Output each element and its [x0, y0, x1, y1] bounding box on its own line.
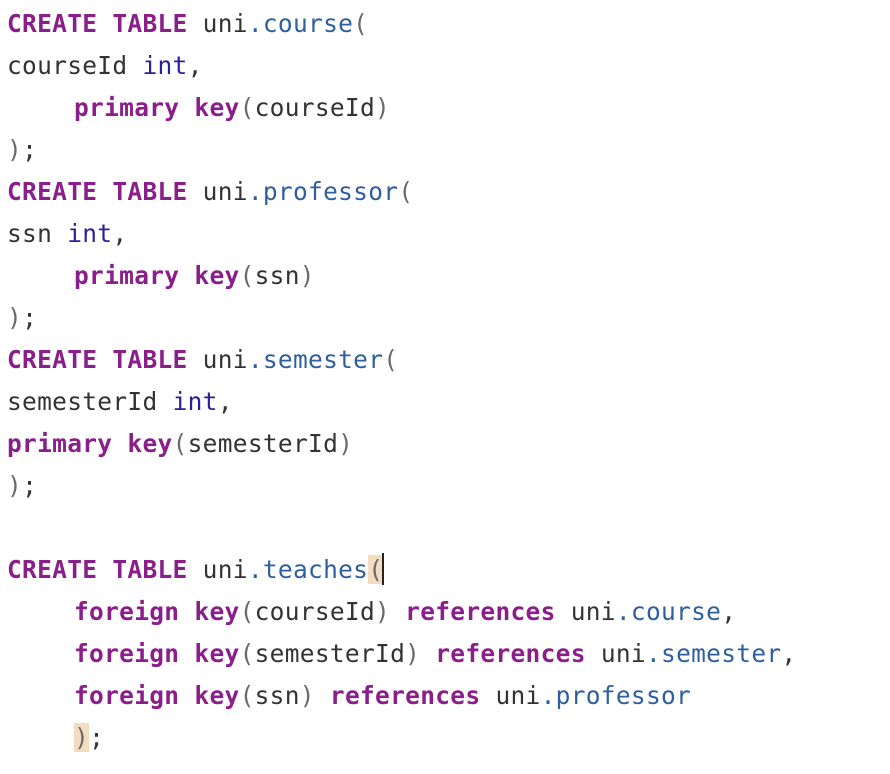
code-token: (	[239, 597, 255, 626]
code-token: uni	[187, 555, 248, 584]
code-token: uni	[187, 9, 248, 38]
code-line[interactable]: CREATE TABLE uni.semester(	[7, 339, 796, 381]
code-token: semesterId	[187, 429, 339, 458]
code-token: )	[299, 681, 330, 710]
code-token: .teaches	[247, 555, 369, 584]
code-token: )	[7, 471, 23, 500]
code-token: )	[375, 597, 406, 626]
code-token: ,	[217, 387, 233, 416]
code-token: )	[338, 429, 354, 458]
code-token: ,	[781, 639, 797, 668]
code-token: (	[239, 261, 255, 290]
code-token: int	[67, 219, 113, 248]
code-token: ,	[112, 219, 128, 248]
code-line[interactable]: );	[7, 465, 796, 507]
code-token: foreign key	[74, 681, 240, 710]
code-token: CREATE TABLE	[7, 177, 188, 206]
code-token: semesterId	[254, 639, 406, 668]
code-token: ssn	[7, 219, 68, 248]
code-token: courseId	[254, 597, 376, 626]
code-token: ,	[187, 51, 203, 80]
code-token: courseId	[7, 51, 143, 80]
code-line[interactable]: primary key(courseId)	[7, 87, 796, 129]
code-token: .professor	[540, 681, 692, 710]
code-token: CREATE TABLE	[7, 9, 188, 38]
code-token: ;	[22, 471, 38, 500]
code-token: foreign key	[74, 597, 240, 626]
code-editor[interactable]: CREATE TABLE uni.course(courseId int, pri…	[7, 3, 796, 759]
code-token: .course	[615, 597, 722, 626]
code-token: ;	[22, 135, 38, 164]
code-token: uni	[585, 639, 646, 668]
code-line[interactable]: primary key(semesterId)	[7, 423, 796, 465]
code-token: (	[172, 429, 188, 458]
code-line[interactable]: CREATE TABLE uni.teaches(	[7, 549, 796, 591]
code-token: uni	[187, 177, 248, 206]
code-token: )	[74, 723, 90, 752]
code-token: (	[239, 681, 255, 710]
code-token: ssn	[254, 261, 300, 290]
code-token: references	[435, 639, 586, 668]
code-token: (	[398, 177, 414, 206]
code-token: uni	[187, 345, 248, 374]
text-cursor	[382, 553, 385, 585]
code-token: int	[172, 387, 218, 416]
code-line[interactable]: );	[7, 717, 796, 759]
code-token: CREATE TABLE	[7, 345, 188, 374]
code-token: (	[239, 93, 255, 122]
code-token: )	[375, 93, 391, 122]
code-line[interactable]: foreign key(semesterId) references uni.s…	[7, 633, 796, 675]
code-token: .semester	[247, 345, 384, 374]
code-token: references	[405, 597, 556, 626]
code-token: courseId	[254, 93, 376, 122]
code-line[interactable]: );	[7, 297, 796, 339]
code-token: semesterId	[7, 387, 173, 416]
code-token: primary key	[7, 429, 173, 458]
code-token: (	[353, 9, 369, 38]
code-token: references	[329, 681, 481, 710]
code-token: )	[299, 261, 315, 290]
code-line[interactable]: CREATE TABLE uni.course(	[7, 3, 796, 45]
code-token: int	[142, 51, 188, 80]
code-token: ssn	[254, 681, 300, 710]
code-token: (	[383, 345, 399, 374]
code-token: ;	[89, 723, 105, 752]
code-line[interactable]: foreign key(ssn) references uni.professo…	[7, 675, 796, 717]
code-token: ,	[721, 597, 737, 626]
code-line[interactable]: CREATE TABLE uni.professor(	[7, 171, 796, 213]
code-token: uni	[480, 681, 541, 710]
code-token: CREATE TABLE	[7, 555, 188, 584]
code-token: .semester	[645, 639, 782, 668]
code-line[interactable]	[7, 507, 796, 549]
code-line[interactable]: primary key(ssn)	[7, 255, 796, 297]
code-token: )	[7, 135, 23, 164]
code-token: .course	[247, 9, 354, 38]
code-line[interactable]: );	[7, 129, 796, 171]
code-token: .professor	[247, 177, 399, 206]
code-token: primary key	[74, 93, 240, 122]
code-token: (	[368, 555, 384, 584]
code-token: )	[405, 639, 436, 668]
code-line[interactable]: courseId int,	[7, 45, 796, 87]
code-line[interactable]: semesterId int,	[7, 381, 796, 423]
code-line[interactable]: foreign key(courseId) references uni.cou…	[7, 591, 796, 633]
code-token: (	[239, 639, 255, 668]
code-token: )	[7, 303, 23, 332]
code-token: primary key	[74, 261, 240, 290]
code-token: uni	[555, 597, 616, 626]
code-token: foreign key	[74, 639, 240, 668]
code-token: ;	[22, 303, 38, 332]
code-line[interactable]: ssn int,	[7, 213, 796, 255]
